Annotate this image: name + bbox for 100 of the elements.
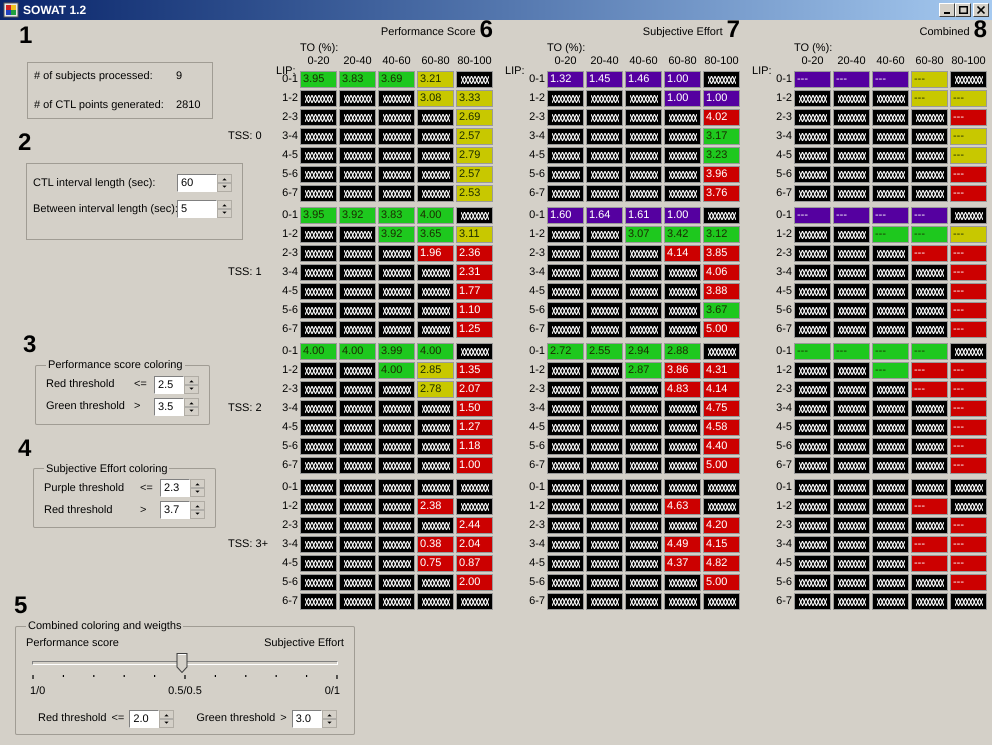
cross-pattern-icon xyxy=(838,484,866,492)
cross-pattern-icon xyxy=(344,306,372,314)
cross-pattern-icon xyxy=(382,326,410,334)
row-label: 4-5 xyxy=(775,556,793,572)
row-label: 5-6 xyxy=(528,167,546,182)
spin-buttons[interactable] xyxy=(322,710,337,728)
score-cell: --- xyxy=(911,362,948,379)
number-field[interactable]: 2.0 xyxy=(129,710,160,728)
cross-pattern-icon xyxy=(460,484,488,492)
cross-pattern-icon xyxy=(382,114,410,122)
cross-pattern-icon xyxy=(382,484,410,492)
cross-pattern-icon xyxy=(916,288,944,296)
cross-pattern-icon xyxy=(838,424,866,432)
score-cell: --- xyxy=(911,71,948,88)
cross-pattern-icon xyxy=(798,598,826,606)
spin-buttons[interactable] xyxy=(184,376,199,394)
cross-pattern-icon xyxy=(798,404,826,412)
row-label: 2-3 xyxy=(528,382,546,398)
number-field[interactable]: 3.7 xyxy=(160,501,190,519)
row-label: 4-5 xyxy=(281,420,299,436)
cross-pattern-icon xyxy=(552,540,580,548)
cross-pattern-icon xyxy=(590,578,618,586)
group-title: Subjective Effort coloring xyxy=(45,462,168,476)
cross-pattern-icon xyxy=(798,94,826,102)
cross-pattern-icon xyxy=(798,250,826,258)
row-label: 4-5 xyxy=(528,284,546,300)
score-cell: --- xyxy=(950,419,987,436)
operator-label: > xyxy=(134,399,142,414)
section-number: 5 xyxy=(14,594,28,618)
cross-pattern-icon xyxy=(838,230,866,238)
cross-pattern-icon xyxy=(304,326,332,334)
cross-pattern-icon xyxy=(344,598,372,606)
score-cell: 3.42 xyxy=(664,226,701,243)
cross-pattern-icon xyxy=(876,560,904,568)
section-number: 2 xyxy=(18,131,32,155)
spin-buttons[interactable] xyxy=(217,200,232,218)
tss-label: TSS: 3+ xyxy=(228,537,268,552)
cross-pattern-icon xyxy=(382,386,410,394)
slider-thumb[interactable] xyxy=(176,653,188,673)
cross-pattern-icon xyxy=(382,170,410,178)
section-number: 8 xyxy=(974,18,987,42)
cross-pattern-icon xyxy=(552,462,580,470)
cross-pattern-icon xyxy=(552,386,580,394)
info-value: 2810 xyxy=(176,98,200,112)
spin-buttons[interactable] xyxy=(184,398,199,416)
row-label: 1-2 xyxy=(528,91,546,106)
field-label: Green threshold xyxy=(196,711,276,726)
number-field[interactable]: 2.3 xyxy=(160,479,190,497)
score-cell: --- xyxy=(950,400,987,417)
number-field[interactable]: 3.5 xyxy=(154,398,184,416)
cross-pattern-icon xyxy=(668,484,696,492)
cross-pattern-icon xyxy=(708,484,736,492)
cross-pattern-icon xyxy=(630,306,658,314)
score-cell: 3.07 xyxy=(625,226,662,243)
cross-pattern-icon xyxy=(422,404,450,412)
row-label: 5-6 xyxy=(528,303,546,318)
score-cell: 0.38 xyxy=(417,536,454,553)
spin-buttons[interactable] xyxy=(159,710,174,728)
cross-pattern-icon xyxy=(916,404,944,412)
cross-pattern-icon xyxy=(552,484,580,492)
cross-pattern-icon xyxy=(552,522,580,530)
cross-pattern-icon xyxy=(422,484,450,492)
cross-pattern-icon xyxy=(798,306,826,314)
score-cell: --- xyxy=(950,381,987,398)
maximize-button[interactable] xyxy=(955,3,971,17)
cross-pattern-icon xyxy=(876,484,904,492)
cross-pattern-icon xyxy=(552,598,580,606)
score-cell: 1.96 xyxy=(417,245,454,262)
cross-pattern-icon xyxy=(630,578,658,586)
cross-pattern-icon xyxy=(838,268,866,276)
number-field[interactable]: 60 xyxy=(177,174,217,192)
score-cell: 4.00 xyxy=(417,207,454,224)
cross-pattern-icon xyxy=(630,268,658,276)
cross-pattern-icon xyxy=(422,578,450,586)
cross-pattern-icon xyxy=(630,132,658,140)
column-header: 40-60 xyxy=(381,54,412,68)
cross-pattern-icon xyxy=(708,348,736,356)
row-label: 1-2 xyxy=(281,363,299,378)
row-label: 2-3 xyxy=(281,518,299,534)
spin-buttons[interactable] xyxy=(217,174,232,192)
cross-pattern-icon xyxy=(876,522,904,530)
score-cell: --- xyxy=(911,381,948,398)
cross-pattern-icon xyxy=(552,152,580,160)
row-label: 5-6 xyxy=(528,439,546,454)
number-field[interactable]: 3.0 xyxy=(292,710,322,728)
close-button[interactable] xyxy=(973,3,989,17)
row-label: 3-4 xyxy=(528,537,546,552)
axis-label: TO (%): xyxy=(547,42,586,54)
cross-pattern-icon xyxy=(304,386,332,394)
cross-pattern-icon xyxy=(304,190,332,198)
cross-pattern-icon xyxy=(708,502,736,510)
spin-buttons[interactable] xyxy=(190,479,205,497)
row-label: 6-7 xyxy=(775,458,793,474)
minimize-button[interactable] xyxy=(939,3,955,17)
number-field[interactable]: 2.5 xyxy=(154,376,184,394)
cross-pattern-icon xyxy=(552,404,580,412)
score-cell: 1.10 xyxy=(456,302,493,319)
cross-pattern-icon xyxy=(668,462,696,470)
spin-buttons[interactable] xyxy=(190,501,205,519)
number-field[interactable]: 5 xyxy=(177,200,217,218)
